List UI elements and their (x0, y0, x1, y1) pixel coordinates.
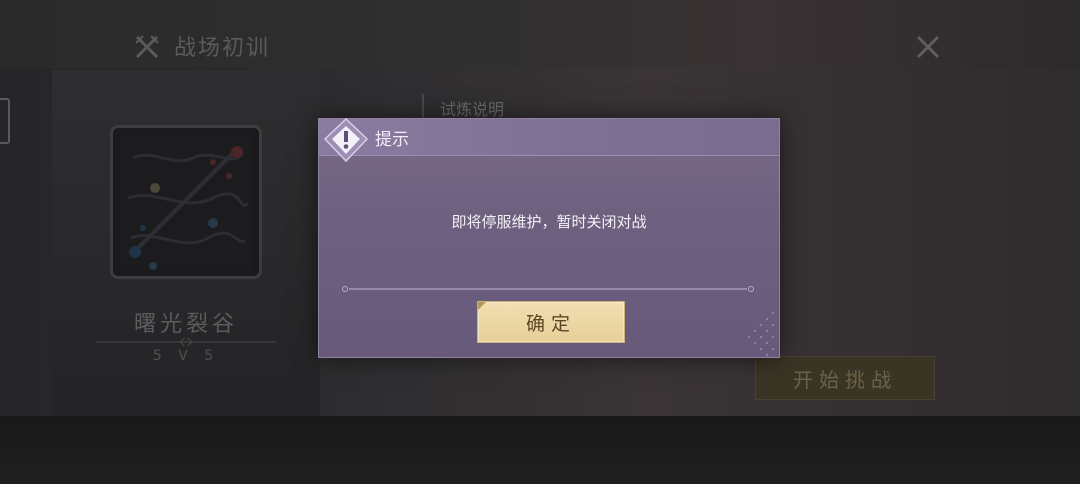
confirm-button[interactable]: 确定 (477, 301, 625, 343)
bottom-bar (0, 416, 1080, 484)
confirm-button-label: 确定 (525, 312, 576, 335)
crossed-swords-icon (135, 35, 159, 59)
notice-dialog: 提示 即将停服维护，暂时关闭对战 确定 (318, 117, 780, 358)
side-tab[interactable] (0, 98, 10, 144)
divider (96, 338, 276, 346)
dialog-message: 即将停服维护，暂时关闭对战 (451, 213, 647, 231)
start-challenge-button[interactable]: 开始挑战 (755, 356, 935, 400)
corner-pattern (747, 311, 775, 357)
exclamation-icon (323, 117, 369, 163)
close-icon[interactable] (914, 33, 942, 61)
button-corner-decor (478, 302, 486, 310)
dialog-title: 提示 (375, 130, 409, 150)
page-title: 战场初训 (174, 36, 271, 61)
map-mode: 5 V 5 (152, 348, 220, 364)
map-name: 曙光裂谷 (133, 312, 238, 337)
dialog-divider (342, 286, 754, 292)
map-thumbnail (110, 125, 262, 279)
